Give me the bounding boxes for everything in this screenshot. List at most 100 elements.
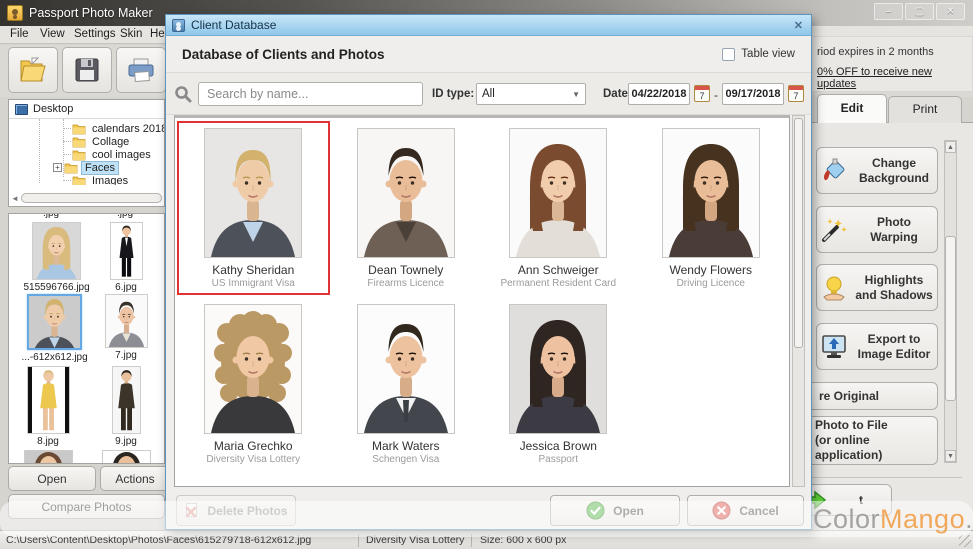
scrollbar-thumb[interactable] [945,236,956,401]
export-image-editor-button[interactable]: Export to Image Editor [816,323,938,370]
thumbnail-item[interactable]: 6.jpg [110,222,143,293]
dialog-title-bar: Client Database ✕ [166,15,811,36]
grid-scrollbar[interactable] [792,115,805,487]
thumbnail-item[interactable]: 7.jpg [105,294,148,361]
tree-item-label: Collage [89,136,132,148]
tools-scrollbar[interactable]: ▲ ▼ [944,140,957,463]
tree-hscrollbar[interactable]: ◄ [11,192,162,204]
calendar-icon[interactable]: 7 [788,85,804,102]
search-input[interactable] [198,82,423,106]
actions-button[interactable]: Actions [100,466,170,491]
thumbnail-item[interactable]: ...-612x612.jpg [22,294,88,363]
scroll-left-icon[interactable]: ◄ [11,194,21,203]
thumbnail-image[interactable] [110,222,143,280]
chevron-down-icon: ▼ [572,90,580,99]
thumbnail-item[interactable]: 9.jpg [112,366,141,447]
scroll-down-icon[interactable]: ▼ [945,450,956,462]
button-label: Export to Image Editor [851,332,937,362]
folder-icon [72,175,86,186]
close-button[interactable]: ✕ [936,3,965,20]
tab-print[interactable]: Print [888,96,962,123]
thumbnail-image[interactable] [112,366,141,434]
client-card[interactable]: Jessica BrownPassport [482,297,635,471]
table-view-checkbox[interactable] [722,48,735,61]
client-database-dialog: Client Database ✕ Database of Clients an… [165,14,812,530]
client-card[interactable]: Mark WatersSchengen Visa [330,297,483,471]
client-photo[interactable] [509,128,607,258]
client-card[interactable]: Maria GrechkoDiversity Visa Lottery [177,297,330,471]
calendar-icon[interactable]: 7 [694,85,710,102]
client-photo[interactable] [357,128,455,258]
toolbar-open-file-button[interactable] [8,47,58,93]
discount-link[interactable]: 0% OFF to receive new updates [817,66,973,90]
compare-photos-button[interactable]: Compare Photos [8,494,165,519]
client-card[interactable]: Kathy SheridanUS Immigrant Visa [177,121,330,295]
folder-icon [72,149,86,161]
toolbar-save-button[interactable] [62,47,112,93]
tree-root[interactable]: Desktop [9,100,164,119]
thumbnail-list: .jpg.jpg515596766.jpg6.jpg...-612x612.jp… [8,213,165,464]
menu-view[interactable]: View [40,28,65,40]
thumbnail-item[interactable] [24,450,73,464]
button-label: Highlights and Shadows [851,273,937,303]
highlights-shadows-button[interactable]: Highlights and Shadows [816,264,938,311]
tree-hscroll-track[interactable] [21,193,162,203]
change-background-button[interactable]: Change Background [816,147,938,194]
client-card[interactable]: Wendy FlowersDriving Licence [635,121,788,295]
open-button-left[interactable]: Open [8,466,96,491]
tab-edit[interactable]: Edit [817,94,887,123]
thumbnail-image[interactable] [105,294,148,348]
status-id-type: Diversity Visa Lottery [359,534,471,546]
thumbnail-image[interactable] [32,222,81,280]
folder-tree-panel: Desktop calendars 2018Collagecool images… [8,99,165,207]
maximize-button[interactable]: ▢ [905,3,934,20]
tree-item-images[interactable]: Images [63,173,131,185]
thumbnail-item[interactable] [102,450,151,464]
open-button[interactable]: Open [550,495,680,526]
client-card[interactable]: Ann SchweigerPermanent Resident Card [482,121,635,295]
client-id-type: Diversity Visa Lottery [206,454,300,465]
client-name: Wendy Flowers [670,263,752,277]
photo-to-file-button[interactable]: Photo to File (or online application) [796,416,938,465]
id-type-select[interactable]: All ▼ [476,83,586,105]
thumbnail-image[interactable] [27,366,70,434]
grid-scrollbar-thumb[interactable] [794,118,803,348]
client-photo[interactable] [204,128,302,258]
menu-skin[interactable]: Skin [120,28,142,40]
toolbar-print-button[interactable] [116,47,166,93]
date-from-field[interactable]: 04/22/2018 [628,83,690,105]
resize-grip[interactable] [959,535,971,547]
delete-document-icon [184,503,199,519]
date-range-separator: - [714,88,718,102]
client-photo[interactable] [662,128,760,258]
photo-warping-button[interactable]: ✦✦✦Photo Warping [816,206,938,253]
thumbnail-item[interactable]: 515596766.jpg [24,222,90,293]
print-icon [126,56,156,84]
thumbnail-item[interactable]: 8.jpg [27,366,70,447]
button-label: Photo Warping [851,215,937,245]
status-file-path: C:\Users\Content\Desktop\Photos\Faces\61… [0,534,358,546]
thumbnail-image[interactable] [24,450,73,464]
cancel-button[interactable]: Cancel [687,495,804,526]
client-card[interactable]: Dean TownelyFirearms Licence [330,121,483,295]
button-label: Photo to File (or online application) [797,418,937,463]
folder-icon [72,149,86,161]
minimize-button[interactable]: – [874,3,903,20]
menu-file[interactable]: File [10,28,29,40]
date-to-field[interactable]: 09/17/2018 [722,83,784,105]
thumbnail-filename: 8.jpg [37,436,59,447]
client-photo[interactable] [204,304,302,434]
client-id-type: US Immigrant Visa [212,278,295,289]
thumbnail-image[interactable] [102,450,151,464]
scroll-up-icon[interactable]: ▲ [945,141,956,153]
client-photo[interactable] [357,304,455,434]
expand-icon[interactable]: + [53,163,62,172]
restore-original-button[interactable]: re Original [800,382,938,410]
delete-photos-button[interactable]: Delete Photos [176,495,296,526]
thumbnail-image[interactable] [27,294,82,350]
menu-settings[interactable]: Settings [74,28,116,40]
status-image-size: Size: 600 x 600 px [472,534,566,546]
client-photo[interactable] [509,304,607,434]
dialog-close-icon[interactable]: ✕ [792,19,805,32]
search-icon [174,85,192,103]
